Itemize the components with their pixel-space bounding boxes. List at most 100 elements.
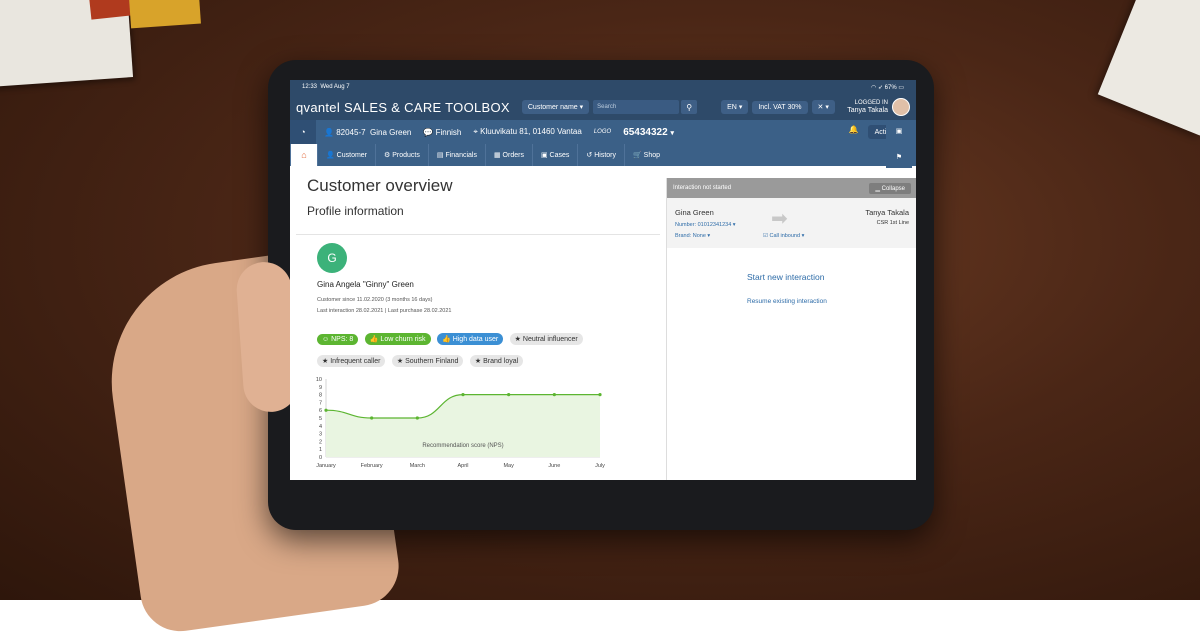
- flag-icon[interactable]: ⚑: [886, 146, 912, 168]
- search-type-label: Customer name: [527, 104, 578, 111]
- caret-down-icon: ▾: [801, 233, 805, 239]
- tab-shop[interactable]: 🛒 Shop: [623, 144, 668, 166]
- customer-id: 82045-7: [336, 127, 366, 137]
- tag-label: NPS: 8: [331, 336, 354, 343]
- tab-label: History: [594, 151, 616, 159]
- y-tick-label: 1: [319, 447, 322, 453]
- tab-label: Financials: [445, 151, 477, 159]
- data-point: [552, 393, 556, 397]
- star-icon: ★: [514, 336, 521, 343]
- collapse-label: Collapse: [881, 185, 905, 192]
- briefcase-icon: ▣: [540, 152, 548, 159]
- tag-region: ★ Southern Finland: [391, 355, 464, 367]
- date: Wed Aug 7: [320, 84, 350, 90]
- main-tabs: ⌂ 👤 Customer ⚙ Products ▤ Financials ▦ O…: [290, 144, 916, 166]
- interaction-agent: Tanya Takala: [865, 208, 909, 217]
- number-dropdown[interactable]: Number: 01012341234 ▾: [675, 222, 736, 228]
- star-icon: ★: [396, 358, 404, 365]
- tag-label: Infrequent caller: [330, 358, 381, 365]
- customer-tags: ☺ NPS: 8 👍 Low churn risk 👍 High data us…: [317, 328, 647, 372]
- profile-card: G Gina Angela "Ginny" Green Customer sin…: [296, 234, 660, 480]
- customer-id-name[interactable]: 👤 82045-7 Gina Green: [324, 128, 411, 137]
- x-tick-label: February: [361, 463, 383, 469]
- y-tick-label: 3: [319, 432, 322, 438]
- language-dropdown[interactable]: EN ▾: [721, 100, 749, 114]
- data-point: [598, 393, 602, 397]
- caret-down-icon: ▾: [738, 104, 743, 111]
- tab-customer[interactable]: 👤 Customer: [317, 144, 375, 166]
- orders-icon: ▦: [493, 152, 501, 159]
- collapse-button[interactable]: ▁ Collapse: [869, 182, 911, 194]
- brand-dropdown[interactable]: Brand: None ▾: [675, 233, 710, 239]
- tab-label: Products: [392, 151, 420, 159]
- start-interaction-link[interactable]: Start new interaction: [747, 272, 824, 282]
- user-name: Tanya Takala: [847, 107, 888, 114]
- tag-nps: ☺ NPS: 8: [317, 334, 359, 345]
- caret-down-icon: ▾: [579, 104, 584, 111]
- dashboard-icon[interactable]: ◔: [290, 120, 316, 144]
- arrow-right-icon: ➡: [771, 208, 788, 230]
- language-value: Finnish: [435, 127, 462, 137]
- thumbs-up-icon: 👍: [442, 336, 451, 343]
- app-brand[interactable]: qvantel SALES & CARE TOOLBOX: [296, 100, 510, 115]
- tools-dropdown[interactable]: ✕ ▾: [811, 100, 835, 114]
- document-icon: ▤: [436, 152, 444, 159]
- smile-icon: ☺: [322, 336, 330, 343]
- subscription-number-dropdown[interactable]: 65434322 ▾: [623, 127, 674, 138]
- y-tick-label: 2: [319, 439, 322, 445]
- customer-name: Gina Green: [370, 127, 412, 137]
- customer-bar: ◔ 👤 82045-7 Gina Green 💬 Finnish ⌖ Kluuv…: [290, 120, 916, 144]
- products-icon: ⚙: [384, 152, 391, 159]
- tab-financials[interactable]: ▤ Financials: [427, 144, 485, 166]
- tag-churn: 👍 Low churn risk: [364, 333, 431, 345]
- number-value: Number: 01012341234: [675, 222, 732, 228]
- y-tick-label: 4: [319, 424, 322, 430]
- tab-cases[interactable]: ▣ Cases: [531, 144, 577, 166]
- y-tick-label: 7: [319, 400, 322, 406]
- tab-label: Shop: [643, 151, 661, 159]
- customer-language: 💬 Finnish: [423, 128, 461, 137]
- user-avatar[interactable]: [892, 98, 910, 116]
- series-label: Recommendation score (NPS): [422, 443, 503, 449]
- section-title: Profile information: [307, 204, 404, 218]
- bell-icon[interactable]: 🔔: [846, 125, 862, 139]
- search-input[interactable]: Search: [593, 100, 680, 114]
- tab-label: Orders: [502, 151, 524, 159]
- tablet-screen: 12:33 Wed Aug 7 ◠ ➶ 67% ▭ qvantel SALES …: [290, 80, 916, 480]
- interaction-status: Interaction not started: [673, 185, 732, 191]
- y-tick-label: 8: [319, 393, 322, 399]
- search-icon[interactable]: ⚲: [681, 100, 698, 114]
- tag-data-user: 👍 High data user: [437, 333, 504, 345]
- location-icon: ➶: [877, 84, 883, 91]
- x-tick-label: June: [548, 463, 560, 469]
- tab-products[interactable]: ⚙ Products: [375, 144, 428, 166]
- y-tick-label: 0: [319, 455, 322, 461]
- side-quick-buttons: ▣ ⚑: [886, 120, 916, 180]
- x-tick-label: January: [316, 463, 336, 469]
- customer-avatar: G: [317, 243, 347, 273]
- desk-object: [129, 0, 201, 29]
- tag-label: Southern Finland: [405, 358, 459, 365]
- y-tick-label: 5: [319, 416, 322, 422]
- customer-since: Customer since 11.02.2020 (3 months 16 d…: [317, 297, 433, 303]
- tab-orders[interactable]: ▦ Orders: [484, 144, 532, 166]
- page-title: Customer overview: [307, 176, 453, 195]
- vat-toggle[interactable]: Incl. VAT 30%: [752, 100, 808, 114]
- resume-interaction-link[interactable]: Resume existing interaction: [747, 298, 827, 305]
- x-tick-label: July: [595, 463, 605, 469]
- tag-label: High data user: [452, 336, 499, 343]
- call-type-dropdown[interactable]: ☑ Call inbound ▾: [763, 233, 804, 239]
- data-point: [324, 408, 328, 412]
- interaction-actions: Start new interaction Resume existing in…: [667, 248, 916, 480]
- brand-title: SALES & CARE TOOLBOX: [343, 99, 510, 115]
- brand-value: Brand: None: [675, 233, 706, 239]
- y-tick-label: 10: [316, 377, 322, 383]
- data-point: [415, 416, 419, 420]
- tab-label: Cases: [549, 151, 570, 159]
- search-type-dropdown[interactable]: Customer name ▾: [521, 100, 590, 114]
- briefcase-icon[interactable]: ▣: [886, 120, 912, 142]
- home-icon[interactable]: ⌂: [290, 144, 317, 166]
- device-status-bar: 12:33 Wed Aug 7 ◠ ➶ 67% ▭: [290, 80, 916, 94]
- logged-in-label: LOGGED IN: [854, 100, 888, 106]
- tab-history[interactable]: ↺ History: [577, 144, 624, 166]
